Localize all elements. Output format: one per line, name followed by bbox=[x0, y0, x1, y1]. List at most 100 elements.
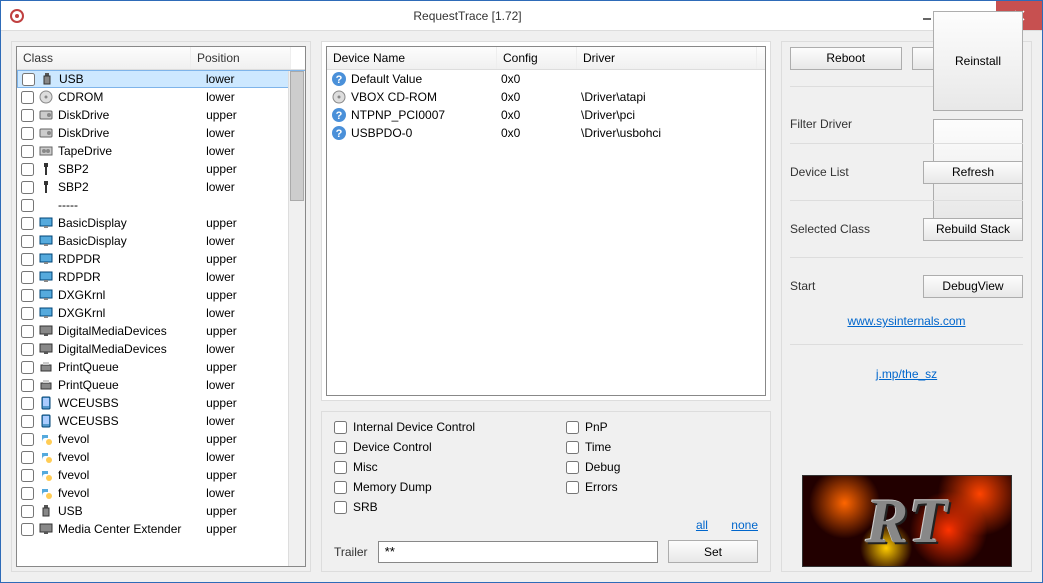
class-row-checkbox[interactable] bbox=[21, 145, 34, 158]
class-row-checkbox[interactable] bbox=[21, 379, 34, 392]
class-row[interactable]: WCEUSBSupper bbox=[17, 394, 305, 412]
filter-checkbox[interactable] bbox=[566, 441, 579, 454]
class-row-checkbox[interactable] bbox=[21, 235, 34, 248]
rebuild-stack-button[interactable]: Rebuild Stack bbox=[923, 218, 1023, 241]
class-row-checkbox[interactable] bbox=[21, 523, 34, 536]
class-row-checkbox[interactable] bbox=[21, 163, 34, 176]
reinstall-button[interactable]: Reinstall bbox=[933, 11, 1023, 111]
class-row[interactable]: BasicDisplaylower bbox=[17, 232, 305, 250]
class-row[interactable]: WCEUSBSlower bbox=[17, 412, 305, 430]
class-row[interactable]: DigitalMediaDevicesupper bbox=[17, 322, 305, 340]
class-row[interactable]: BasicDisplayupper bbox=[17, 214, 305, 232]
filter-none-link[interactable]: none bbox=[731, 518, 758, 532]
class-row[interactable]: fvevollower bbox=[17, 484, 305, 502]
class-row-checkbox[interactable] bbox=[21, 325, 34, 338]
class-row-checkbox[interactable] bbox=[21, 415, 34, 428]
class-row-checkbox[interactable] bbox=[21, 253, 34, 266]
class-header-class[interactable]: Class bbox=[17, 47, 191, 69]
class-scrollbar[interactable] bbox=[288, 71, 305, 566]
class-row[interactable]: RDPDRupper bbox=[17, 250, 305, 268]
info-icon: ? bbox=[331, 107, 347, 123]
device-name: NTPNP_PCI0007 bbox=[351, 108, 501, 122]
class-row[interactable]: fvevolupper bbox=[17, 430, 305, 448]
class-row-checkbox[interactable] bbox=[21, 91, 34, 104]
filter-label: SRB bbox=[353, 500, 378, 514]
filter-debug[interactable]: Debug bbox=[566, 460, 758, 474]
class-listview[interactable]: Class Position USBlowerCDROMlowerDiskDri… bbox=[16, 46, 306, 567]
class-row[interactable]: RDPDRlower bbox=[17, 268, 305, 286]
scrollbar-thumb[interactable] bbox=[290, 71, 304, 201]
filter-checkbox[interactable] bbox=[334, 501, 347, 514]
class-row-checkbox[interactable] bbox=[21, 199, 34, 212]
class-row-checkbox[interactable] bbox=[22, 73, 35, 86]
device-row[interactable]: ?NTPNP_PCI00070x0\Driver\pci bbox=[327, 106, 765, 124]
filter-errors[interactable]: Errors bbox=[566, 480, 758, 494]
class-row[interactable]: DigitalMediaDeviceslower bbox=[17, 340, 305, 358]
class-row-checkbox[interactable] bbox=[21, 451, 34, 464]
class-row[interactable]: ----- bbox=[17, 196, 305, 214]
filter-device-control[interactable]: Device Control bbox=[334, 440, 526, 454]
filter-all-link[interactable]: all bbox=[696, 518, 708, 532]
reboot-button[interactable]: Reboot bbox=[790, 47, 902, 70]
filter-internal-device-control[interactable]: Internal Device Control bbox=[334, 420, 526, 434]
device-header-name[interactable]: Device Name bbox=[327, 47, 497, 69]
class-row[interactable]: PrintQueuelower bbox=[17, 376, 305, 394]
class-row-checkbox[interactable] bbox=[21, 127, 34, 140]
device-name: Default Value bbox=[351, 72, 501, 86]
filter-pnp[interactable]: PnP bbox=[566, 420, 758, 434]
class-row[interactable]: PrintQueueupper bbox=[17, 358, 305, 376]
class-row-checkbox[interactable] bbox=[21, 397, 34, 410]
usb-icon bbox=[38, 503, 54, 519]
class-row-checkbox[interactable] bbox=[21, 433, 34, 446]
class-row[interactable]: CDROMlower bbox=[17, 88, 305, 106]
class-row-checkbox[interactable] bbox=[21, 505, 34, 518]
class-row-checkbox[interactable] bbox=[21, 289, 34, 302]
filter-checkbox[interactable] bbox=[566, 481, 579, 494]
class-row-checkbox[interactable] bbox=[21, 217, 34, 230]
device-row[interactable]: ?USBPDO-00x0\Driver\usbohci bbox=[327, 124, 765, 142]
class-row-checkbox[interactable] bbox=[21, 181, 34, 194]
class-row[interactable]: fvevollower bbox=[17, 448, 305, 466]
class-row-checkbox[interactable] bbox=[21, 469, 34, 482]
class-row[interactable]: DXGKrnllower bbox=[17, 304, 305, 322]
class-row[interactable]: DXGKrnlupper bbox=[17, 286, 305, 304]
filter-srb[interactable]: SRB bbox=[334, 500, 526, 514]
class-row[interactable]: USBlower bbox=[17, 70, 305, 88]
class-row-checkbox[interactable] bbox=[21, 271, 34, 284]
filter-misc[interactable]: Misc bbox=[334, 460, 526, 474]
device-row[interactable]: VBOX CD-ROM0x0\Driver\atapi bbox=[327, 88, 765, 106]
device-header-config[interactable]: Config bbox=[497, 47, 577, 69]
class-row-checkbox[interactable] bbox=[21, 487, 34, 500]
class-row[interactable]: DiskDriveupper bbox=[17, 106, 305, 124]
filter-checkbox[interactable] bbox=[334, 481, 347, 494]
filter-checkbox[interactable] bbox=[334, 441, 347, 454]
class-row-checkbox[interactable] bbox=[21, 343, 34, 356]
filter-checkbox[interactable] bbox=[334, 461, 347, 474]
class-row[interactable]: TapeDrivelower bbox=[17, 142, 305, 160]
trailer-input[interactable] bbox=[378, 541, 658, 563]
class-row-checkbox[interactable] bbox=[21, 361, 34, 374]
debugview-button[interactable]: DebugView bbox=[923, 275, 1023, 298]
filter-memory-dump[interactable]: Memory Dump bbox=[334, 480, 526, 494]
device-header-driver[interactable]: Driver bbox=[577, 47, 757, 69]
class-row-checkbox[interactable] bbox=[21, 109, 34, 122]
filter-time[interactable]: Time bbox=[566, 440, 758, 454]
set-button[interactable]: Set bbox=[668, 540, 758, 563]
class-header-position[interactable]: Position bbox=[191, 47, 291, 69]
class-row[interactable]: Media Center Extenderupper bbox=[17, 520, 305, 538]
class-row-checkbox[interactable] bbox=[21, 307, 34, 320]
filter-checkbox[interactable] bbox=[566, 461, 579, 474]
class-row[interactable]: USBupper bbox=[17, 502, 305, 520]
usb-icon bbox=[39, 71, 55, 87]
refresh-button[interactable]: Refresh bbox=[923, 161, 1023, 184]
class-row[interactable]: fvevolupper bbox=[17, 466, 305, 484]
filter-checkbox[interactable] bbox=[566, 421, 579, 434]
class-row[interactable]: SBP2upper bbox=[17, 160, 305, 178]
filter-checkbox[interactable] bbox=[334, 421, 347, 434]
class-row[interactable]: SBP2lower bbox=[17, 178, 305, 196]
class-row[interactable]: DiskDrivelower bbox=[17, 124, 305, 142]
device-row[interactable]: ?Default Value0x0 bbox=[327, 70, 765, 88]
jmp-link[interactable]: j.mp/the_sz bbox=[876, 367, 937, 381]
device-listview[interactable]: Device Name Config Driver ?Default Value… bbox=[321, 41, 771, 401]
sysinternals-link[interactable]: www.sysinternals.com bbox=[847, 314, 965, 328]
